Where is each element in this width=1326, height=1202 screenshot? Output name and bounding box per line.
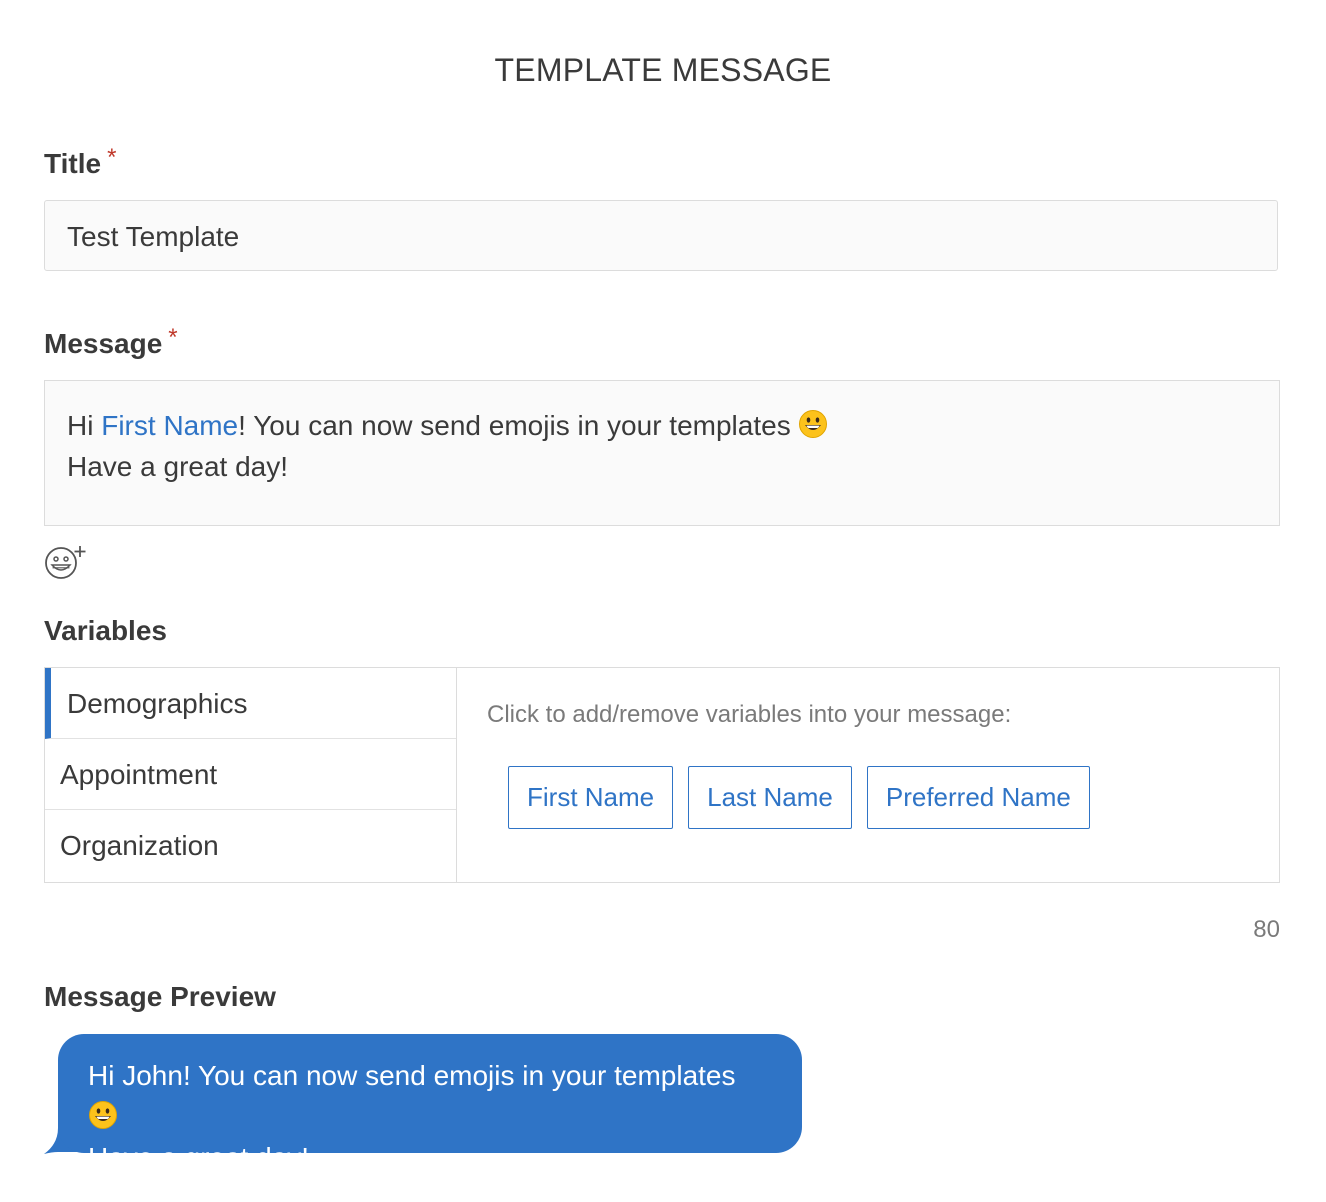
tab-appointment[interactable]: Appointment [45, 739, 456, 810]
message-line-2: Have a great day! [67, 451, 289, 482]
variable-instruction: Click to add/remove variables into your … [487, 701, 1012, 728]
grinning-face-emoji-icon [799, 410, 828, 438]
variable-options: Click to add/remove variables into your … [457, 668, 1279, 882]
message-label: Message * [44, 324, 178, 360]
message-preview-label: Message Preview [44, 981, 276, 1012]
last-name-variable-button[interactable]: Last Name [688, 766, 852, 829]
required-marker: * [107, 144, 117, 171]
message-label-text: Message [44, 328, 163, 359]
title-label: Title * [44, 144, 116, 180]
title-input[interactable]: Test Template [44, 200, 1278, 271]
character-count: 80 [1253, 916, 1280, 943]
required-marker: * [168, 324, 178, 351]
grinning-face-emoji-icon [89, 1101, 117, 1129]
message-editor[interactable]: Hi First Name! You can now send emojis i… [44, 380, 1280, 526]
preview-line-1: Hi John! You can now send emojis in your… [88, 1055, 772, 1137]
variable-category-tabs: Demographics Appointment Organization [45, 668, 457, 882]
message-line-1: Hi First Name! You can now send emojis i… [67, 405, 1257, 446]
message-text-prefix: Hi [67, 410, 102, 441]
variable-button-group: First Name Last Name Preferred Name [508, 766, 1090, 829]
page-title: TEMPLATE MESSAGE [494, 52, 832, 88]
preview-line-2: Have a great day! [88, 1142, 310, 1173]
variable-token-first-name[interactable]: First Name [101, 410, 238, 441]
variables-label: Variables [44, 615, 167, 646]
variables-panel: Demographics Appointment Organization Cl… [44, 667, 1280, 883]
tab-demographics[interactable]: Demographics [45, 668, 456, 739]
title-label-text: Title [44, 148, 102, 179]
first-name-variable-button[interactable]: First Name [508, 766, 674, 829]
preview-line-1-text: Hi John! You can now send emojis in your… [88, 1060, 736, 1091]
message-preview-bubble: Hi John! You can now send emojis in your… [58, 1034, 802, 1173]
emoji-add-icon[interactable] [44, 543, 88, 581]
tab-organization[interactable]: Organization [45, 810, 456, 881]
message-text-suffix: ! You can now send emojis in your templa… [238, 410, 791, 441]
preferred-name-variable-button[interactable]: Preferred Name [866, 766, 1090, 829]
